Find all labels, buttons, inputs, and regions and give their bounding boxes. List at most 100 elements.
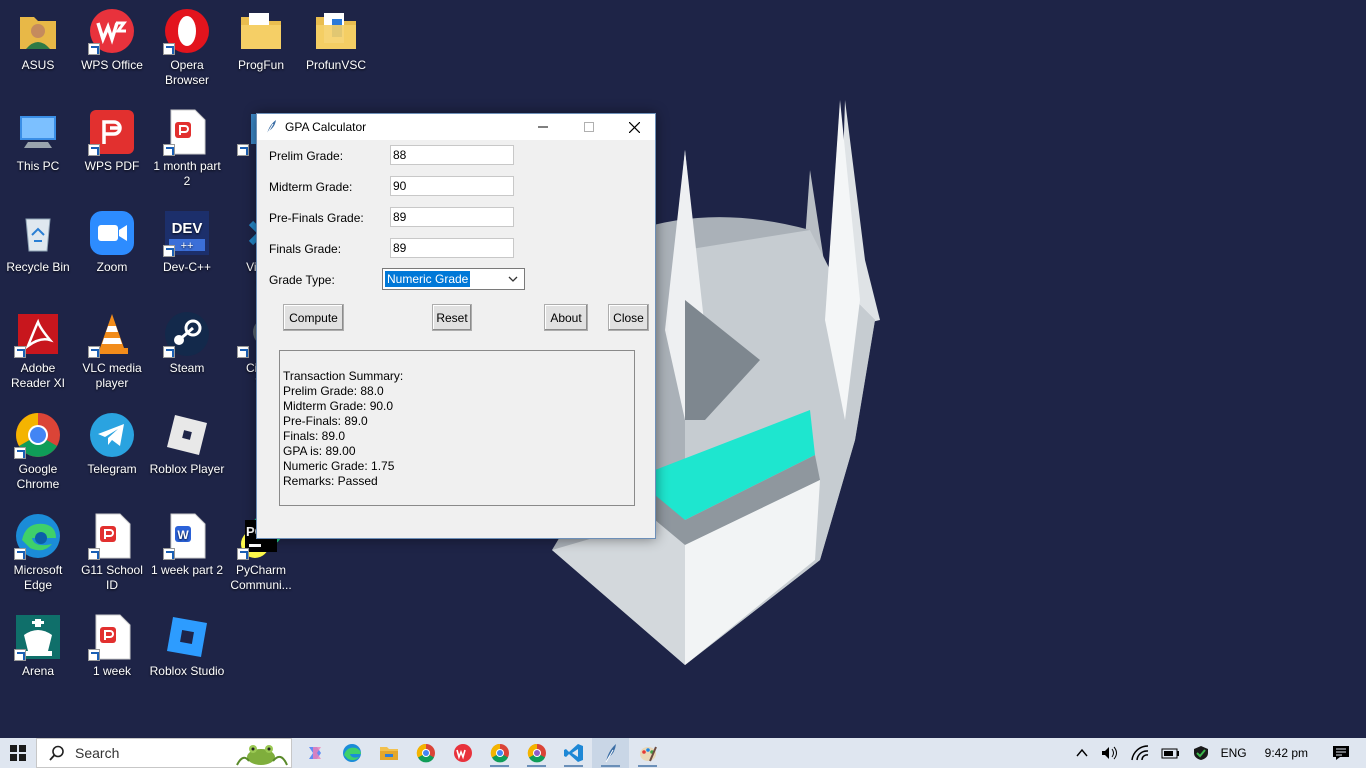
desktop-icon-asus[interactable]: ASUS bbox=[0, 7, 76, 103]
summary-line: Finals: 89.0 bbox=[283, 429, 346, 443]
desktop-icon-g11-school-id[interactable]: G11 School ID bbox=[74, 512, 150, 608]
desktop-icon-wps-pdf[interactable]: WPS PDF bbox=[74, 108, 150, 204]
maximize-button[interactable] bbox=[566, 114, 612, 140]
search-placeholder: Search bbox=[75, 745, 120, 761]
wps-icon bbox=[453, 744, 472, 762]
taskbar-chrome-profile[interactable] bbox=[481, 738, 518, 768]
summary-line: Remarks: Passed bbox=[283, 474, 378, 488]
svg-text:W: W bbox=[177, 528, 189, 542]
window-titlebar[interactable]: GPA Calculator bbox=[257, 114, 655, 140]
desktop-icon-dev-cpp[interactable]: DEV ++ Dev-C++ bbox=[149, 209, 225, 305]
desktop-icon-telegram[interactable]: Telegram bbox=[74, 411, 150, 507]
clock-time[interactable]: 9:42 pm bbox=[1265, 746, 1308, 760]
midterm-grade-label: Midterm Grade: bbox=[269, 180, 353, 194]
summary-line: GPA is: 89.00 bbox=[283, 444, 356, 458]
security-shield-icon[interactable] bbox=[1193, 745, 1209, 761]
notification-center-icon[interactable] bbox=[1332, 745, 1350, 761]
pdf-document-icon bbox=[88, 512, 136, 560]
dev-cpp-icon: DEV ++ bbox=[163, 209, 211, 257]
window-title: GPA Calculator bbox=[285, 120, 367, 134]
desktop-icon-vlc[interactable]: VLC media player bbox=[74, 310, 150, 406]
language-indicator[interactable]: ENG bbox=[1221, 746, 1247, 760]
taskbar-chrome[interactable] bbox=[407, 738, 444, 768]
taskbar-edge[interactable] bbox=[333, 738, 370, 768]
vlc-cone-icon bbox=[88, 310, 136, 358]
recycle-bin-icon bbox=[14, 209, 62, 257]
taskbar-python-tk[interactable] bbox=[592, 738, 629, 768]
close-icon bbox=[628, 121, 640, 133]
chevron-down-icon bbox=[508, 276, 518, 282]
user-folder-icon bbox=[14, 7, 62, 55]
prefinals-grade-input[interactable]: 89 bbox=[390, 207, 514, 227]
opera-icon bbox=[163, 7, 211, 55]
desktop-icon-progfun[interactable]: ProgFun bbox=[223, 7, 299, 103]
folder-icon bbox=[312, 7, 360, 55]
zoom-icon bbox=[88, 209, 136, 257]
prelim-grade-input[interactable]: 88 bbox=[390, 145, 514, 165]
reset-button[interactable]: Reset bbox=[432, 304, 472, 331]
desktop-icon-recycle-bin[interactable]: Recycle Bin bbox=[0, 209, 76, 305]
prefinals-grade-label: Pre-Finals Grade: bbox=[269, 211, 364, 225]
desktop-icon-arena[interactable]: Arena bbox=[0, 613, 76, 709]
vscode-icon bbox=[563, 744, 583, 762]
desktop-icon-this-pc[interactable]: This PC bbox=[0, 108, 76, 204]
prelim-grade-label: Prelim Grade: bbox=[269, 149, 344, 163]
about-button[interactable]: About bbox=[544, 304, 588, 331]
transaction-summary-box: Transaction Summary: Prelim Grade: 88.0 … bbox=[279, 350, 635, 506]
taskbar-file-explorer[interactable] bbox=[370, 738, 407, 768]
start-button[interactable] bbox=[0, 738, 36, 768]
desktop-icon-roblox-studio[interactable]: Roblox Studio bbox=[149, 613, 225, 709]
desktop-icon-adobe-reader[interactable]: Adobe Reader XI bbox=[0, 310, 76, 406]
close-button[interactable]: Close bbox=[608, 304, 649, 331]
tk-feather-icon bbox=[266, 120, 276, 135]
wifi-icon[interactable] bbox=[1130, 745, 1149, 761]
word-document-icon: W bbox=[163, 512, 211, 560]
system-tray: ENG 9:42 pm bbox=[1069, 738, 1366, 768]
adobe-reader-icon bbox=[14, 310, 62, 358]
chevron-up-icon[interactable] bbox=[1075, 746, 1089, 760]
telegram-icon bbox=[88, 411, 136, 459]
desktop-icon-google-chrome[interactable]: Google Chrome bbox=[0, 411, 76, 507]
desktop-icon-microsoft-edge[interactable]: Microsoft Edge bbox=[0, 512, 76, 608]
desktop-icon-1-week-part-2[interactable]: W 1 week part 2 bbox=[149, 512, 225, 608]
steam-icon bbox=[163, 310, 211, 358]
midterm-grade-input[interactable]: 90 bbox=[390, 176, 514, 196]
paint-icon bbox=[639, 746, 657, 762]
summary-line: Pre-Finals: 89.0 bbox=[283, 414, 368, 428]
taskbar-chrome-profile-2[interactable] bbox=[518, 738, 555, 768]
volume-icon[interactable] bbox=[1101, 745, 1119, 761]
wps-office-icon bbox=[88, 7, 136, 55]
grade-type-dropdown[interactable]: Numeric Grade bbox=[382, 268, 525, 290]
minimize-button[interactable] bbox=[520, 114, 566, 140]
desktop-icon-wps-office[interactable]: WPS Office bbox=[74, 7, 150, 103]
taskbar-paint[interactable] bbox=[629, 738, 666, 768]
desktop-icon-steam[interactable]: Steam bbox=[149, 310, 225, 406]
finals-grade-input[interactable]: 89 bbox=[390, 238, 514, 258]
taskbar-vscode[interactable] bbox=[555, 738, 592, 768]
desktop-icon-zoom[interactable]: Zoom bbox=[74, 209, 150, 305]
windows-logo-icon bbox=[10, 745, 26, 761]
summary-line: Numeric Grade: 1.75 bbox=[283, 459, 395, 473]
taskbar: Search ENG 9:42 pm bbox=[0, 738, 1366, 768]
gpa-calculator-window: GPA Calculator Prelim Grade: 88 Midterm … bbox=[256, 113, 656, 539]
taskbar-copilot[interactable] bbox=[296, 738, 333, 768]
pdf-document-icon bbox=[88, 613, 136, 661]
folder-icon bbox=[237, 7, 285, 55]
battery-charging-icon[interactable] bbox=[1161, 746, 1181, 760]
chrome-profile2-icon bbox=[527, 743, 546, 763]
desktop-icon-1-week[interactable]: 1 week bbox=[74, 613, 150, 709]
taskbar-search-box[interactable]: Search bbox=[36, 738, 292, 768]
close-window-button[interactable] bbox=[611, 114, 657, 140]
svg-text:++: ++ bbox=[181, 240, 194, 252]
taskbar-wps[interactable] bbox=[444, 738, 481, 768]
desktop-icon-roblox-player[interactable]: Roblox Player bbox=[149, 411, 225, 507]
search-highlight-frog-icon bbox=[236, 745, 288, 766]
pdf-document-icon bbox=[163, 108, 211, 156]
python-tk-icon bbox=[605, 744, 616, 763]
desktop-icon-profunvsc[interactable]: ProfunVSC bbox=[298, 7, 374, 103]
wps-pdf-icon bbox=[88, 108, 136, 156]
compute-button[interactable]: Compute bbox=[283, 304, 344, 331]
desktop-icon-opera[interactable]: Opera Browser bbox=[149, 7, 225, 103]
maximize-icon bbox=[584, 122, 594, 132]
desktop-icon-1-month-part-2[interactable]: 1 month part 2 bbox=[149, 108, 225, 204]
